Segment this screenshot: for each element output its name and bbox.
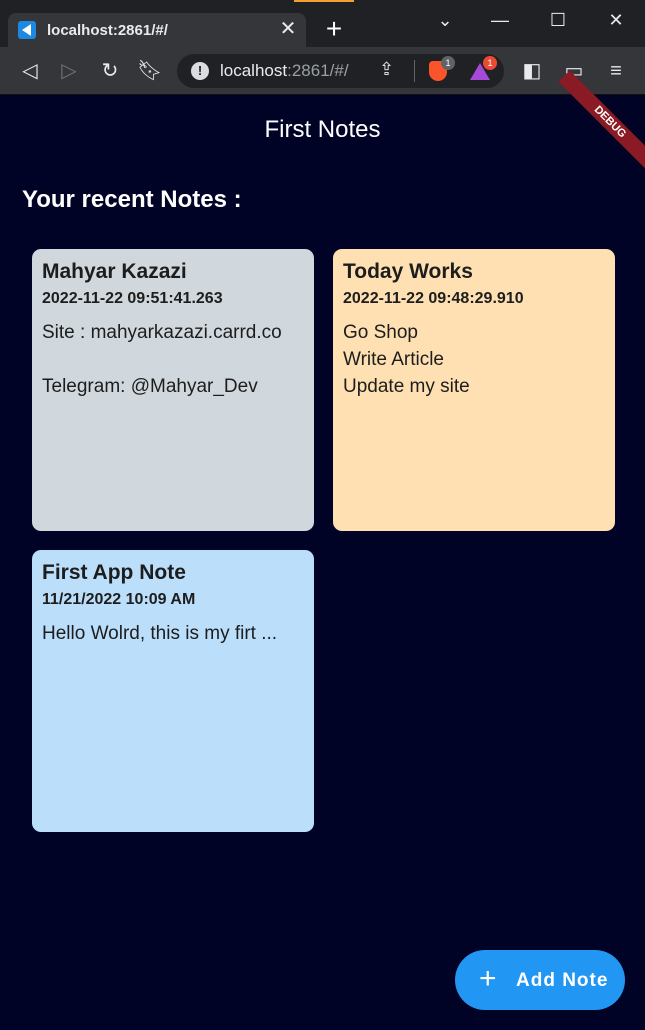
note-card[interactable]: First App Note 11/21/2022 10:09 AM Hello… — [32, 550, 314, 832]
note-title: Today Works — [343, 260, 473, 283]
flutter-favicon-icon — [18, 21, 36, 39]
tab-title: localhost:2861/#/ — [47, 22, 168, 39]
maximize-icon[interactable]: ☐ — [543, 8, 573, 32]
note-date: 11/21/2022 10:09 AM — [42, 591, 196, 608]
note-date: 2022-11-22 09:48:29.910 — [343, 290, 524, 307]
note-content: Hello Wolrd, this is my firt ... — [42, 623, 278, 644]
reload-icon[interactable]: ↻ — [98, 59, 122, 83]
new-tab-button[interactable]: + — [320, 15, 348, 44]
url-host: localhost — [220, 61, 288, 80]
url-text[interactable]: localhost:2861/#/ — [220, 61, 349, 81]
divider — [414, 60, 415, 82]
address-bar[interactable]: ! localhost:2861/#/ ⇪ 1 1 — [177, 54, 504, 88]
tab-accent — [294, 0, 354, 2]
note-card[interactable]: Mahyar Kazazi 2022-11-22 09:51:41.263 Si… — [32, 249, 314, 531]
minimize-icon[interactable]: — — [485, 8, 515, 32]
window-close-icon[interactable]: ✕ — [601, 8, 631, 32]
app-title: First Notes — [264, 116, 381, 143]
note-title: Mahyar Kazazi — [42, 260, 187, 283]
browser-tab-strip: localhost:2861/#/ ✕ + ⌄ — ☐ ✕ — [0, 0, 645, 47]
note-card[interactable]: Today Works 2022-11-22 09:48:29.910 Go S… — [333, 249, 615, 531]
note-title: First App Note — [42, 561, 186, 584]
add-icon: + — [479, 962, 497, 995]
app-viewport: First Notes DEBUG Your recent Notes : Ma… — [0, 70, 645, 1030]
brave-rewards-badge: 1 — [483, 56, 497, 70]
info-icon[interactable]: ! — [191, 62, 209, 80]
menu-icon[interactable]: ≡ — [604, 59, 628, 83]
add-note-label: Add Note — [516, 970, 609, 991]
url-path: :2861/#/ — [287, 61, 349, 80]
forward-icon[interactable]: ▷ — [57, 59, 81, 83]
browser-toolbar: ◁ ▷ ↻ 🔖︎ ! localhost:2861/#/ ⇪ 1 1 ◧ ▭ ≡ — [0, 47, 645, 95]
add-note-button[interactable]: + Add Note — [455, 950, 625, 1010]
note-date: 2022-11-22 09:51:41.263 — [42, 290, 223, 307]
bookmark-icon[interactable]: 🔖︎ — [137, 59, 162, 83]
tab-search-chevron-icon[interactable]: ⌄ — [430, 8, 460, 32]
sidebar-icon[interactable]: ◧ — [520, 59, 544, 83]
tab-close-icon[interactable]: ✕ — [276, 17, 300, 41]
section-title: Your recent Notes : — [22, 186, 242, 213]
browser-tab[interactable]: localhost:2861/#/ ✕ — [8, 13, 306, 47]
note-content: Site : mahyarkazazi.carrd.co Telegram: @… — [42, 322, 282, 397]
back-icon[interactable]: ◁ — [18, 59, 42, 83]
share-icon[interactable]: ⇪ — [379, 59, 394, 80]
brave-shields-badge: 1 — [441, 56, 455, 70]
note-content: Go Shop Write Article Update my site — [343, 322, 470, 397]
